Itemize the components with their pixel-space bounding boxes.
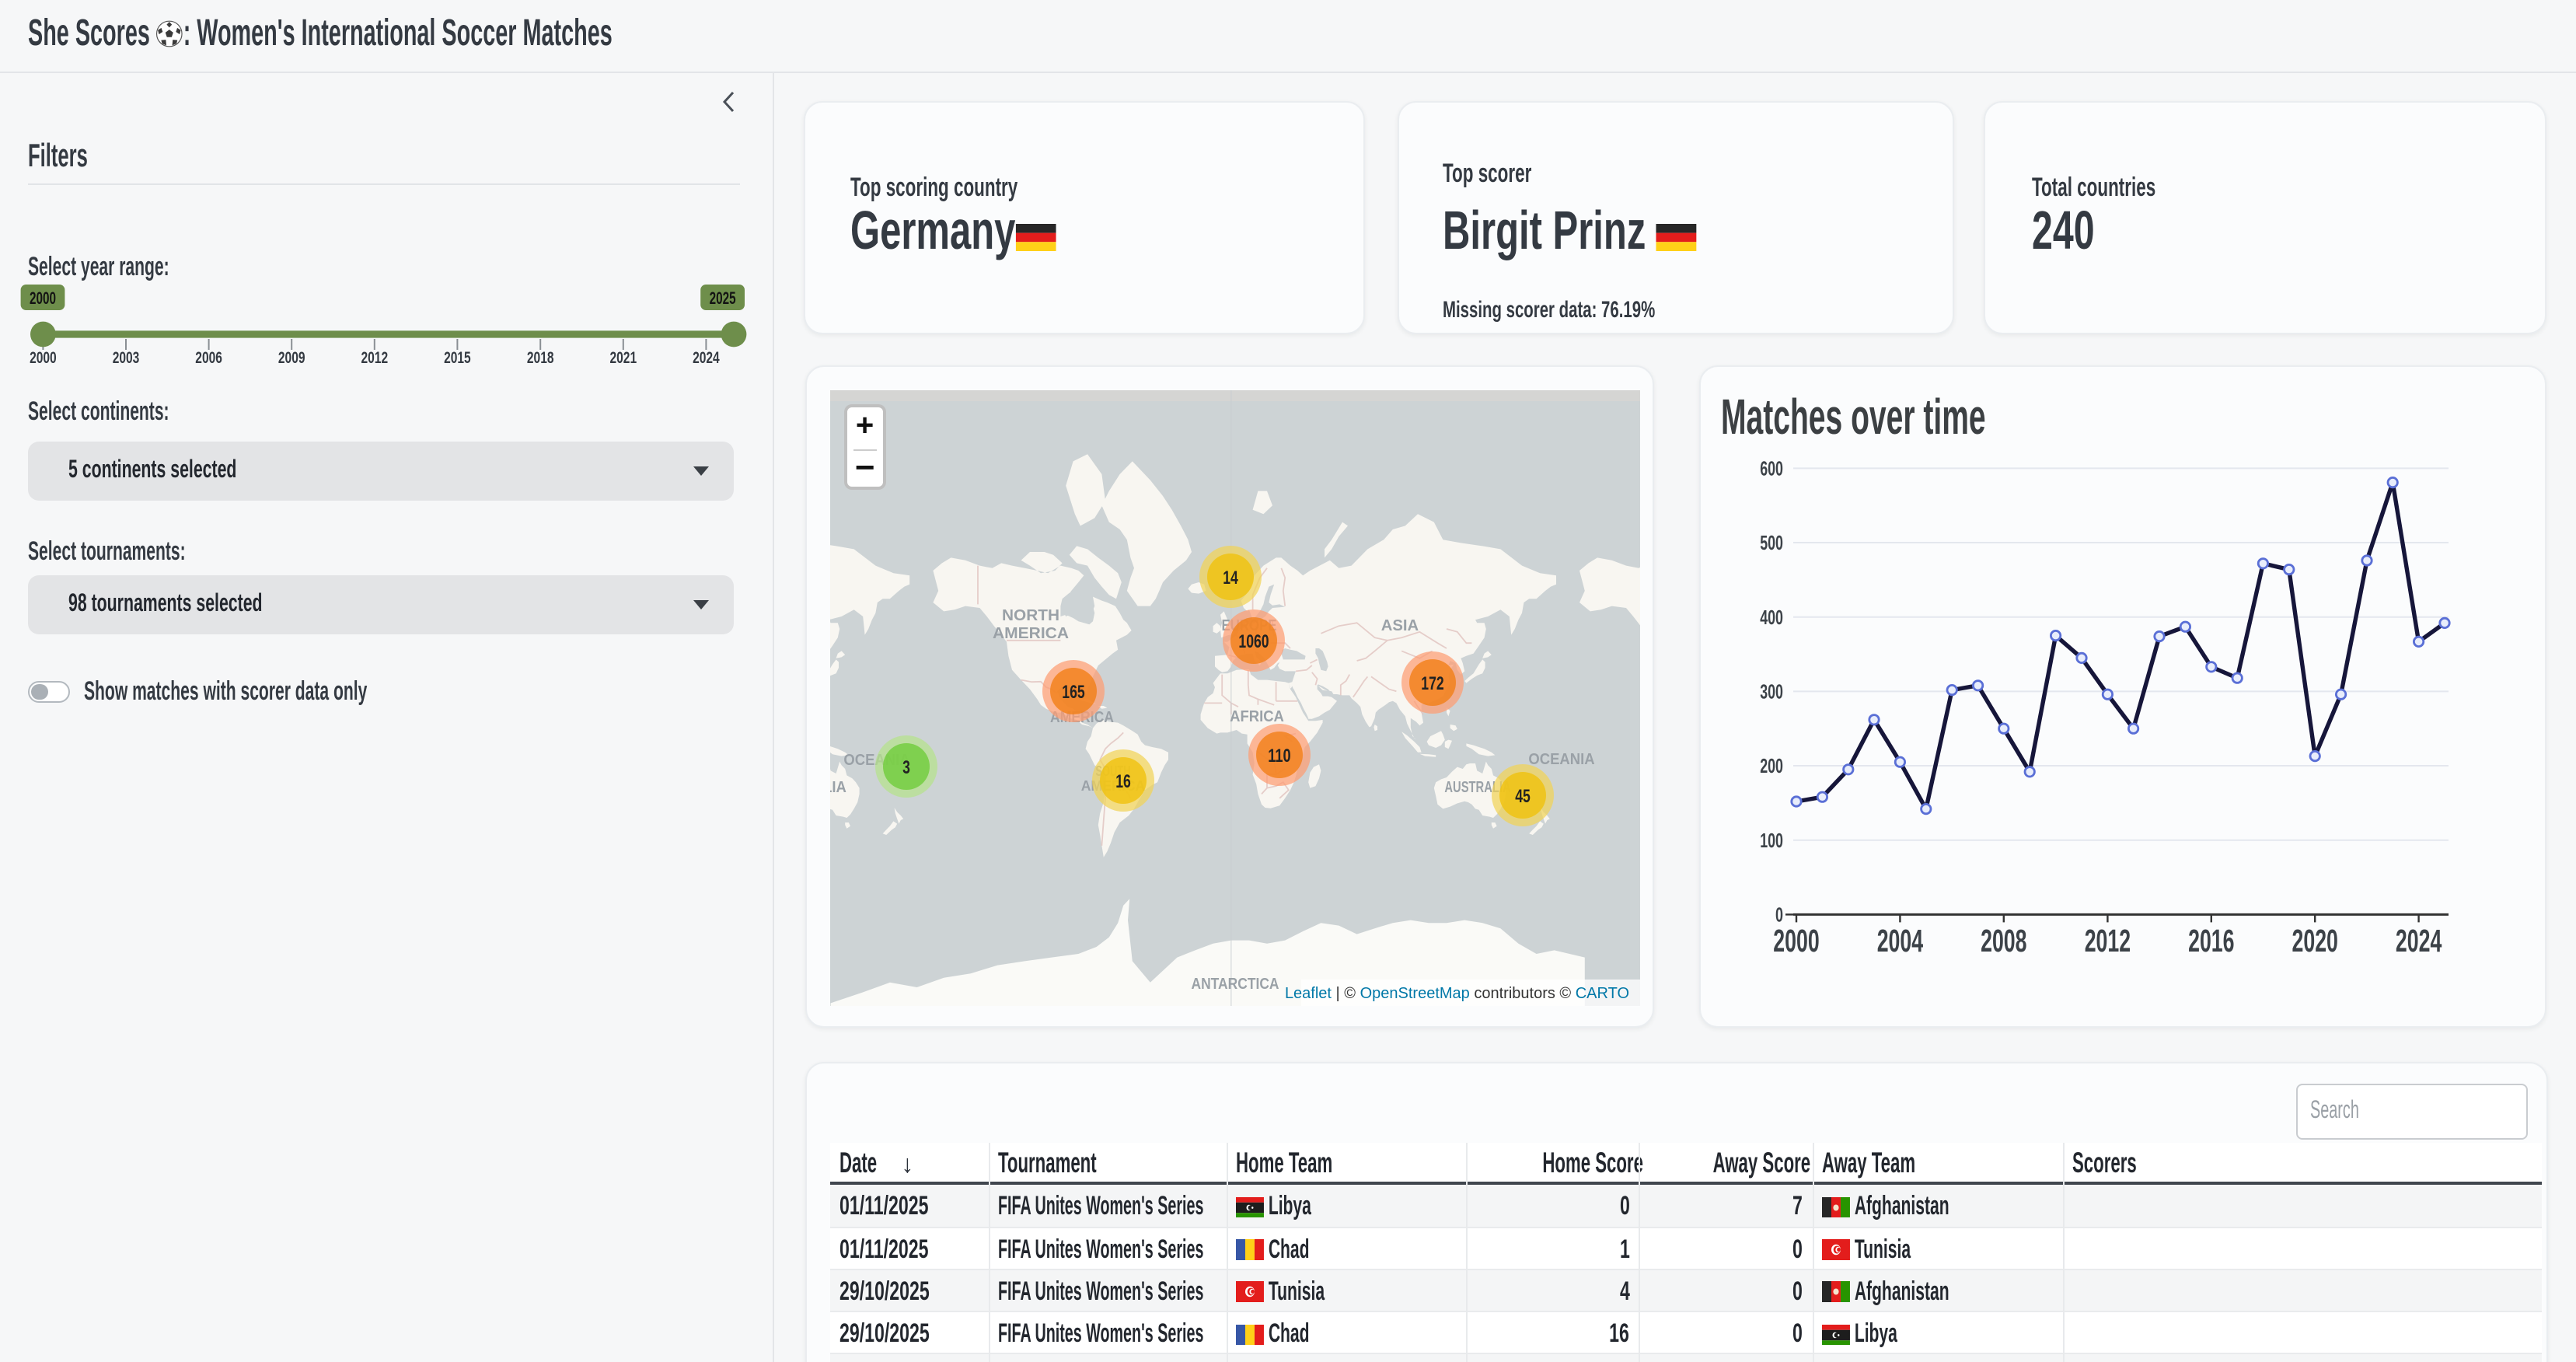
svg-text:2003: 2003 xyxy=(113,349,140,367)
svg-text:600: 600 xyxy=(1760,456,1783,480)
svg-text:1060: 1060 xyxy=(1238,632,1269,653)
svg-text:2012: 2012 xyxy=(361,349,389,367)
svg-text:2012: 2012 xyxy=(2085,923,2131,959)
svg-text:3: 3 xyxy=(902,758,910,779)
svg-text:2016: 2016 xyxy=(2188,923,2234,959)
svg-text:165: 165 xyxy=(1062,683,1084,704)
svg-text:2018: 2018 xyxy=(527,349,554,367)
svg-text:200: 200 xyxy=(1760,754,1783,777)
svg-text:2008: 2008 xyxy=(1981,923,2026,959)
svg-text:300: 300 xyxy=(1760,679,1783,703)
svg-text:2021: 2021 xyxy=(610,349,637,367)
svg-text:2000: 2000 xyxy=(30,349,57,367)
svg-text:14: 14 xyxy=(1223,568,1238,589)
svg-text:2024: 2024 xyxy=(693,349,720,367)
svg-text:2009: 2009 xyxy=(278,349,305,367)
svg-text:LIA: LIA xyxy=(830,780,846,797)
svg-text:100: 100 xyxy=(1760,828,1783,851)
svg-text:45: 45 xyxy=(1515,787,1531,808)
svg-text:AFRICA: AFRICA xyxy=(1230,709,1284,726)
svg-text:OCEANIA: OCEANIA xyxy=(1528,752,1594,769)
svg-text:16: 16 xyxy=(1115,772,1131,793)
svg-text:2024: 2024 xyxy=(2396,923,2442,959)
svg-text:172: 172 xyxy=(1421,674,1443,695)
svg-text:AMERICA: AMERICA xyxy=(993,626,1069,643)
svg-text:ASIA: ASIA xyxy=(1381,618,1419,635)
svg-text:500: 500 xyxy=(1760,531,1783,554)
svg-text:400: 400 xyxy=(1760,605,1783,628)
svg-text:2006: 2006 xyxy=(195,349,222,367)
svg-text:2000: 2000 xyxy=(30,288,56,308)
svg-text:2025: 2025 xyxy=(710,288,736,308)
svg-text:2020: 2020 xyxy=(2292,923,2338,959)
svg-text:ANTARCTICA: ANTARCTICA xyxy=(1192,976,1279,994)
svg-text:110: 110 xyxy=(1268,746,1290,767)
svg-text:Leaflet | © OpenStreetMap cont: Leaflet | © OpenStreetMap contributors ©… xyxy=(1285,986,1629,1003)
svg-text:NORTH: NORTH xyxy=(1002,608,1059,625)
svg-text:2015: 2015 xyxy=(444,349,471,367)
svg-text:2000: 2000 xyxy=(1773,923,1819,959)
svg-text:2004: 2004 xyxy=(1877,923,1924,959)
